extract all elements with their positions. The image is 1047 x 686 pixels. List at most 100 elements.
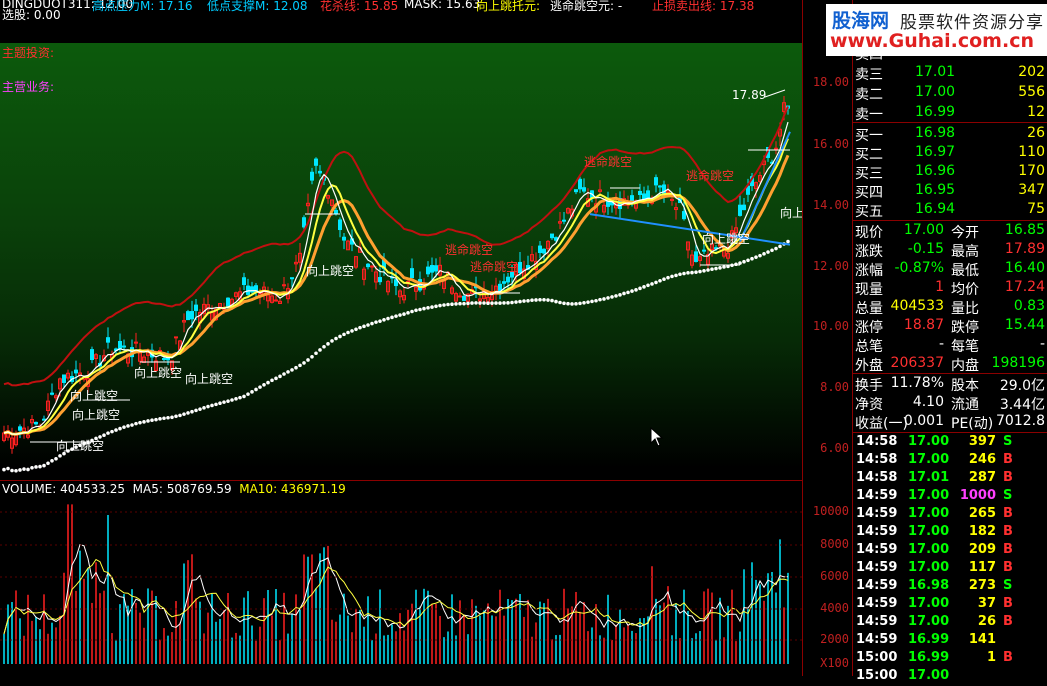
ma-line-white [3,121,789,435]
stat-row: 现价 17.00 今开 16.85 [853,222,1047,241]
candle-body [162,358,166,361]
tick-row: 14:59 17.00 265 B [853,506,1047,524]
long-ma-dot [674,273,678,278]
stat-value: 0.001 [903,413,944,429]
tick-price: 17.00 [908,434,950,449]
long-ma-dot [458,301,462,306]
long-ma-dot [554,299,558,304]
volume-value: VOLUME: 404533.25 [2,482,125,496]
stat-label: 总量 [855,301,883,317]
long-ma-dot [690,270,694,275]
long-ma-dot [182,412,186,416]
long-ma-dot [354,327,358,332]
up-gap-label: 向上跳空 [185,371,233,386]
tick-price: 16.98 [908,578,950,593]
long-ma-dot [442,303,446,307]
book-label: 卖二 [855,87,883,103]
long-ma-dot [166,415,170,420]
up-gap-label: 向上跳空 [134,365,182,380]
long-ma-dot [42,463,46,468]
price-tick-label: 8.00 [820,380,849,394]
candle-body [694,251,698,262]
long-ma-dot [402,312,406,316]
candle-body [410,268,414,279]
long-ma-dot [22,467,26,471]
tick-volume: 265 [968,506,996,521]
stat-value: 29.0亿 [999,378,1045,394]
long-ma-dot [762,252,766,256]
price-volume-plot[interactable]: 向上跳空向上跳空向上跳空向上跳空向上跳空向上跳空逃命跳空逃命跳空逃命跳空逃命跳空… [0,0,802,676]
long-ma-dot [230,398,234,402]
book-label: 买五 [855,204,883,220]
tick-time: 14:58 [856,470,898,485]
tick-row: 14:59 17.00 37 B [853,596,1047,614]
long-ma-dot [646,283,650,288]
quote-panel: 卖四17.02153卖三17.01202卖二17.00556卖一16.9912买… [852,0,1047,683]
candle-body [738,204,742,216]
candle-body [334,209,338,214]
fundamental-row: 收益(一) 0.001 PE(动) 7012.8 [853,413,1047,432]
book-price: 16.94 [915,201,956,217]
long-ma-dot [218,401,222,405]
divider [853,220,1047,221]
long-ma-dot [334,336,338,341]
candle-body [122,345,126,348]
long-ma-dot [350,329,354,333]
long-ma-dot [566,301,570,306]
tick-price: 17.00 [908,560,950,575]
long-ma-dot [594,298,598,303]
guhai-logo: 股海网 股票软件资源分享 www.Guhai.com.cn [826,4,1047,56]
kline-chart-panel[interactable]: DINGDUOT311: 12.00 高点压力M: 17.16 低点支撑M: 1… [0,0,802,676]
long-ma-dot [274,376,278,381]
long-ma-dot [518,299,522,304]
tick-volume: 209 [968,542,996,557]
book-volume: 12 [1027,104,1045,120]
tick-row: 14:59 17.00 26 B [853,614,1047,632]
long-ma-dot [746,258,750,263]
tick-volume: 246 [968,452,996,467]
long-ma-dot [174,414,178,419]
long-ma-dot [126,424,130,428]
tick-row: 14:59 17.00 209 B [853,542,1047,560]
escape-gap-label: 逃命跳空 [470,259,518,274]
sell-row: 卖三 17.01 202 [853,64,1047,83]
candle-body [574,189,578,193]
candle-body [518,261,522,274]
volume-tick-label: 2000 [820,632,849,646]
long-ma-dot [110,429,114,434]
long-ma-dot [226,399,230,403]
long-ma-dot [718,266,722,270]
tick-time: 14:59 [856,578,898,593]
buy-row: 买四 16.95 347 [853,182,1047,201]
buy-row: 买三 16.96 170 [853,163,1047,182]
tick-volume: 26 [977,614,996,629]
book-label: 买四 [855,185,883,201]
book-label: 买一 [855,128,883,144]
long-ma-dot [598,297,602,302]
candle-body [106,337,110,343]
price-axis: 18.00 16.00 14.00 12.00 10.00 8.00 6.00 10000 80… [802,0,853,676]
long-ma-dot [310,354,314,359]
volume-ma10: MA10: 436971.19 [239,482,346,496]
candle-body [194,304,198,311]
stat-label: 最高 [951,244,979,260]
stat-label: 量比 [951,301,979,317]
volume-ma5-line [3,543,789,635]
candle-body [506,276,510,283]
long-ma-dot [550,298,554,303]
long-ma-dot [446,302,450,307]
long-ma-dot [530,298,534,303]
candle-body [42,418,46,421]
long-ma-dot [778,244,782,249]
tick-volume: 273 [968,578,996,593]
candle-body [658,185,662,188]
candle-body [274,299,278,302]
long-ma-dot [610,295,614,299]
tick-price: 17.00 [908,452,950,467]
long-ma-dot [114,428,118,432]
long-ma-dot [54,456,58,461]
long-ma-dot [602,297,606,301]
long-ma-dot [338,334,342,339]
long-ma-dot [582,300,586,305]
tick-row: 14:59 17.00 1000 S [853,488,1047,506]
